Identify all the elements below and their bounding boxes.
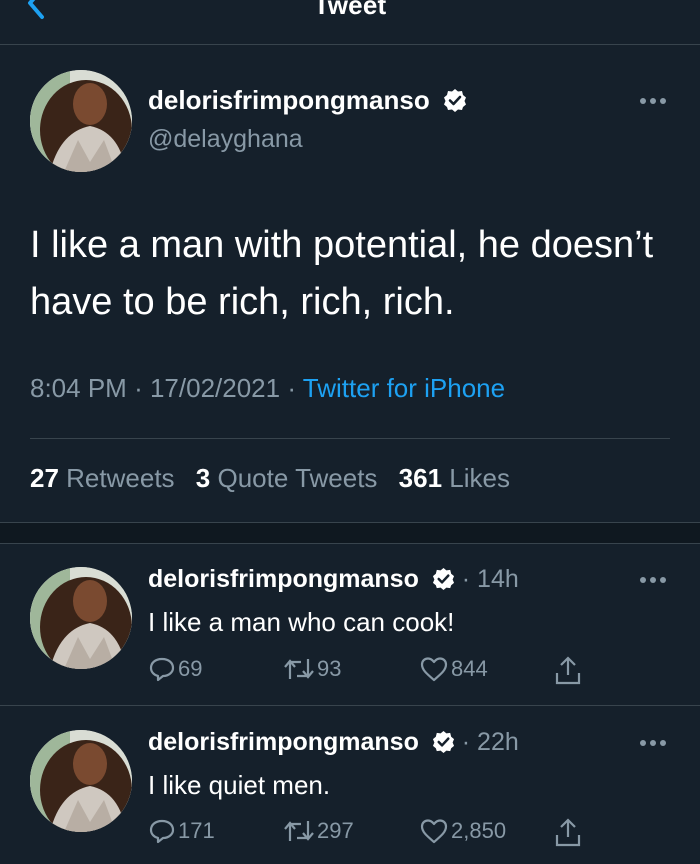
reply-tweet[interactable]: delorisfrimpongmanso · 14h I like a man … <box>0 543 700 705</box>
retweet-action[interactable]: 93 <box>283 655 341 683</box>
reply-count: 69 <box>178 656 203 682</box>
display-name-text: delorisfrimpongmanso <box>148 85 430 115</box>
page-title: Tweet <box>313 0 387 20</box>
reply-count: 171 <box>178 818 215 844</box>
tweet-time: 8:04 PM <box>30 373 127 403</box>
retweet-action[interactable]: 297 <box>283 817 354 845</box>
quote-tweets-label: Quote Tweets <box>217 463 378 493</box>
quote-tweets-stat[interactable]: 3 Quote Tweets <box>196 463 385 493</box>
reply-tweet[interactable]: delorisfrimpongmanso · 22h I like quiet … <box>0 706 700 864</box>
main-tweet: delorisfrimpongmanso @delayghana I like … <box>0 45 700 522</box>
tweet-stats: 27 Retweets 3 Quote Tweets 361 Likes <box>30 463 524 494</box>
reply-icon <box>149 658 175 682</box>
tweet-date: 17/02/2021 <box>149 373 281 403</box>
verified-icon <box>432 730 454 753</box>
retweet-icon <box>284 659 314 680</box>
likes-count: 361 <box>398 463 443 493</box>
more-icon[interactable] <box>639 575 667 585</box>
handle[interactable]: @delayghana <box>148 125 303 154</box>
avatar[interactable] <box>30 567 132 669</box>
quote-tweets-count: 3 <box>195 463 211 493</box>
retweets-label: Retweets <box>66 463 175 493</box>
more-icon[interactable] <box>639 96 667 106</box>
display-name[interactable]: delorisfrimpongmanso · 14h <box>148 565 519 594</box>
like-icon <box>420 819 448 844</box>
like-action[interactable]: 2,850 <box>419 817 506 845</box>
tweet-time: · 22h <box>461 728 519 756</box>
likes-label: Likes <box>449 463 510 493</box>
likes-stat[interactable]: 361 Likes <box>399 463 510 493</box>
section-divider <box>0 522 700 544</box>
like-icon <box>420 657 448 682</box>
display-name[interactable]: delorisfrimpongmanso <box>148 85 467 116</box>
retweets-count: 27 <box>30 463 59 493</box>
share-action[interactable] <box>553 817 585 849</box>
more-icon[interactable] <box>639 738 667 748</box>
avatar[interactable] <box>30 730 132 832</box>
tweet-time: · 14h <box>461 565 519 593</box>
retweets-stat[interactable]: 27 Retweets <box>30 463 182 493</box>
retweet-count: 93 <box>317 656 342 682</box>
share-icon <box>555 818 581 847</box>
divider <box>30 438 670 439</box>
verified-icon <box>443 89 466 112</box>
reply-icon <box>149 820 175 844</box>
retweet-icon <box>284 821 314 842</box>
verified-icon <box>432 567 454 590</box>
tweet-metadata: 8:04 PM · 17/02/2021 · Twitter for iPhon… <box>30 373 505 404</box>
reply-action[interactable]: 171 <box>148 817 215 845</box>
avatar[interactable] <box>30 70 132 172</box>
meta-separator: · <box>134 373 143 403</box>
meta-separator: · <box>287 373 297 403</box>
tweet-source-link[interactable]: Twitter for iPhone <box>303 373 505 403</box>
like-count: 844 <box>451 656 488 682</box>
tweet-text: I like a man who can cook! <box>148 607 455 637</box>
tweet-text: I like a man with potential, he doesn’t … <box>30 224 654 323</box>
share-action[interactable] <box>553 655 585 687</box>
display-name-text: delorisfrimpongmanso <box>148 728 419 756</box>
reply-action[interactable]: 69 <box>148 655 202 683</box>
retweet-count: 297 <box>317 818 354 844</box>
display-name-text: delorisfrimpongmanso <box>148 565 419 593</box>
header-bar: Tweet <box>0 0 700 45</box>
like-action[interactable]: 844 <box>419 655 488 683</box>
like-count: 2,850 <box>451 818 507 844</box>
share-icon <box>555 656 581 685</box>
display-name[interactable]: delorisfrimpongmanso · 22h <box>148 728 519 757</box>
tweet-text: I like quiet men. <box>148 770 331 800</box>
